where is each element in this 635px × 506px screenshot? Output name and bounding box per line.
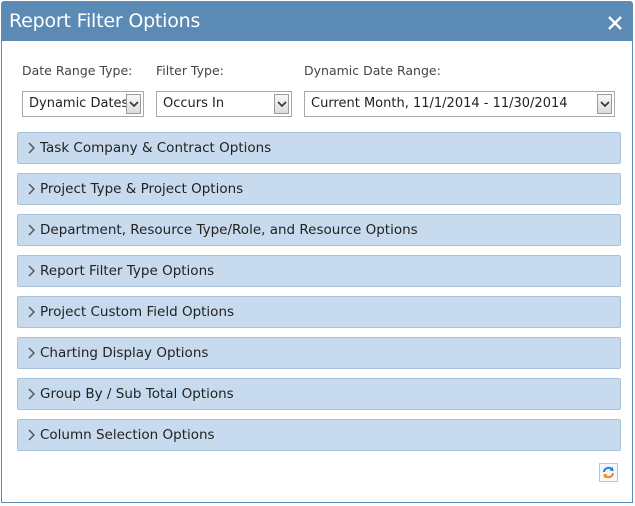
dynamic-date-range-value: Current Month, 11/1/2014 - 11/30/2014 <box>311 96 568 111</box>
date-range-type-label: Date Range Type: <box>22 63 133 78</box>
section-label: Department, Resource Type/Role, and Reso… <box>40 222 418 238</box>
filter-type-select[interactable]: Occurs In <box>156 91 292 117</box>
section-label: Task Company & Contract Options <box>40 140 272 156</box>
section-report-filter-type[interactable]: Report Filter Type Options <box>17 255 621 287</box>
chevron-right-icon <box>28 265 35 277</box>
section-group-by-sub-total[interactable]: Group By / Sub Total Options <box>17 378 621 410</box>
chevron-down-icon[interactable] <box>126 94 141 114</box>
section-label: Project Type & Project Options <box>40 181 244 197</box>
chevron-down-icon[interactable] <box>274 94 289 114</box>
section-project-type-project[interactable]: Project Type & Project Options <box>17 173 621 205</box>
section-label: Report Filter Type Options <box>40 263 215 279</box>
report-filter-dialog: Report Filter Options Date Range Type: F… <box>1 1 633 503</box>
date-range-type-value: Dynamic Dates <box>29 96 129 111</box>
section-label: Group By / Sub Total Options <box>40 386 234 402</box>
dialog-title: Report Filter Options <box>9 10 201 32</box>
chevron-right-icon <box>28 142 35 154</box>
section-task-company-contract[interactable]: Task Company & Contract Options <box>17 132 621 164</box>
chevron-right-icon <box>28 183 35 195</box>
dynamic-date-range-label: Dynamic Date Range: <box>304 63 441 78</box>
section-project-custom-field[interactable]: Project Custom Field Options <box>17 296 621 328</box>
section-charting-display[interactable]: Charting Display Options <box>17 337 621 369</box>
section-label: Charting Display Options <box>40 345 209 361</box>
section-column-selection[interactable]: Column Selection Options <box>17 419 621 451</box>
chevron-right-icon <box>28 224 35 236</box>
section-department-resource[interactable]: Department, Resource Type/Role, and Reso… <box>17 214 621 246</box>
chevron-right-icon <box>28 388 35 400</box>
filter-type-value: Occurs In <box>163 96 225 111</box>
date-range-type-select[interactable]: Dynamic Dates <box>22 91 144 117</box>
chevron-right-icon <box>28 306 35 318</box>
chevron-right-icon <box>28 429 35 441</box>
chevron-right-icon <box>28 347 35 359</box>
dynamic-date-range-select[interactable]: Current Month, 11/1/2014 - 11/30/2014 <box>304 91 615 117</box>
close-icon[interactable] <box>606 14 624 32</box>
chevron-down-icon[interactable] <box>597 94 612 114</box>
refresh-icon[interactable] <box>599 463 618 482</box>
section-label: Project Custom Field Options <box>40 304 235 320</box>
filter-type-label: Filter Type: <box>156 63 224 78</box>
title-bar[interactable]: Report Filter Options <box>2 2 632 41</box>
section-label: Column Selection Options <box>40 427 215 443</box>
